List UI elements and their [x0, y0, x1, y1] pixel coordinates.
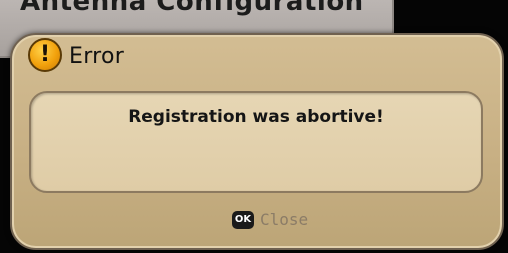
background-window-title: Antenna Configuration — [20, 0, 364, 17]
dialog-title: Error — [69, 44, 125, 69]
ok-key-icon: OK — [232, 210, 254, 229]
warning-icon: ! — [28, 38, 62, 72]
close-button[interactable]: OK Close — [232, 210, 308, 229]
exclamation-mark: ! — [39, 41, 51, 67]
tv-screen: Antenna Configuration ! Error Registrati… — [0, 0, 508, 253]
error-dialog: ! Error Registration was abortive! OK Cl… — [10, 33, 504, 250]
close-label: Close — [260, 210, 309, 229]
message-box: Registration was abortive! — [29, 91, 483, 193]
error-message: Registration was abortive! — [128, 107, 384, 127]
